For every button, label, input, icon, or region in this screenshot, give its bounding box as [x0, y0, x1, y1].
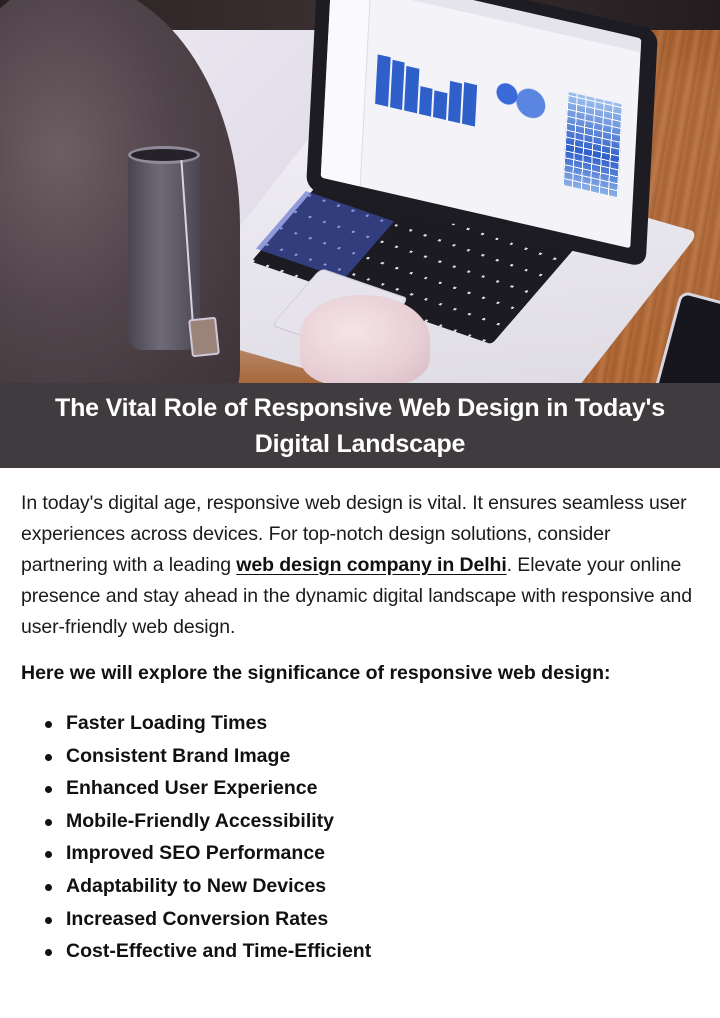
screen-sidebar	[320, 0, 371, 189]
list-item: Mobile-Friendly Accessibility	[45, 805, 701, 838]
mug-rim	[128, 146, 200, 164]
list-item-label: Increased Conversion Rates	[66, 907, 329, 930]
page-title: The Vital Role of Responsive Web Design …	[55, 393, 665, 458]
list-item: Consistent Brand Image	[45, 740, 701, 773]
bullet-icon	[45, 721, 52, 728]
list-item-label: Adaptability to New Devices	[66, 874, 327, 897]
intro-paragraph: In today's digital age, responsive web d…	[21, 488, 701, 643]
article-body: In today's digital age, responsive web d…	[21, 488, 701, 968]
hero-photo	[0, 0, 720, 383]
benefits-list: Faster Loading Times Consistent Brand Im…	[21, 707, 701, 968]
web-design-company-link[interactable]: web design company in Delhi	[236, 554, 506, 576]
bullet-icon	[45, 753, 52, 761]
screen-heatmap	[562, 91, 623, 199]
bullet-icon	[45, 818, 52, 826]
list-item-label: Faster Loading Times	[66, 712, 268, 734]
bullet-icon	[45, 851, 52, 859]
list-item: Faster Loading Times	[45, 707, 701, 740]
list-item-label: Consistent Brand Image	[66, 744, 291, 767]
screen-bar-chart	[375, 48, 478, 127]
bullet-icon	[45, 786, 52, 794]
list-item-label: Cost-Effective and Time-Efficient	[66, 940, 372, 963]
list-item: Increased Conversion Rates	[45, 903, 701, 936]
hand	[300, 295, 430, 383]
list-item: Adaptability to New Devices	[45, 870, 701, 903]
list-item: Cost-Effective and Time-Efficient	[45, 935, 701, 968]
bullet-icon	[45, 883, 52, 891]
list-item-label: Improved SEO Performance	[66, 842, 326, 865]
bullet-icon	[45, 949, 52, 957]
list-item: Improved SEO Performance	[45, 837, 701, 870]
tea-bag-tag	[188, 316, 220, 358]
bullet-icon	[45, 916, 52, 924]
list-item-label: Enhanced User Experience	[66, 777, 318, 800]
section-lead: Here we will explore the significance of…	[21, 662, 611, 684]
list-item-label: Mobile-Friendly Accessibility	[66, 809, 335, 832]
title-banner: The Vital Role of Responsive Web Design …	[0, 383, 720, 468]
list-item: Enhanced User Experience	[45, 772, 701, 805]
screen-world-map	[487, 73, 550, 128]
